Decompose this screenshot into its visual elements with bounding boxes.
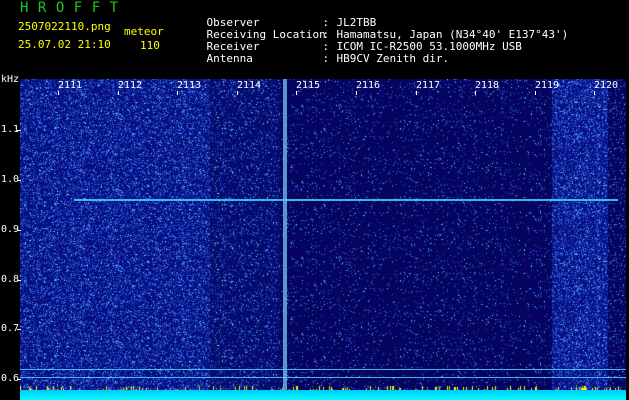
y-tick — [17, 130, 21, 131]
x-tick-label: 2118 — [475, 80, 500, 91]
x-tick — [237, 91, 238, 95]
noise-floor — [20, 390, 626, 400]
noise-texture — [20, 79, 626, 400]
x-tick-label: 2115 — [296, 80, 321, 91]
x-tick — [296, 91, 297, 95]
x-tick-label: 2117 — [416, 80, 441, 91]
x-tick — [58, 91, 59, 95]
timestamp: 25.07.02 21:10 — [18, 38, 111, 51]
interference-line — [283, 79, 287, 400]
header-panel: HROFFT 2507022110.png 25.07.02 21:10 met… — [0, 0, 629, 78]
x-tick — [594, 91, 595, 95]
y-tick — [17, 280, 21, 281]
x-tick — [177, 91, 178, 95]
carrier-line — [20, 377, 626, 378]
meteor-echo-line — [74, 199, 618, 201]
spectrogram-canvas[interactable] — [20, 79, 626, 400]
meta-antenna: Antenna: HB9CV Zenith dir. — [180, 41, 450, 77]
app-title: HROFFT — [20, 0, 128, 16]
freq-unit-label: kHz — [1, 74, 20, 85]
type-label: meteor — [124, 25, 164, 38]
meta-sep: : — [322, 52, 330, 65]
carrier-line — [20, 369, 626, 370]
x-tick — [416, 91, 417, 95]
y-tick — [17, 329, 21, 330]
x-tick-label: 2111 — [58, 80, 83, 91]
x-tick-label: 2113 — [177, 80, 202, 91]
x-tick — [118, 91, 119, 95]
y-tick — [17, 230, 21, 231]
file-name: 2507022110.png — [18, 20, 111, 33]
x-tick-label: 2114 — [237, 80, 262, 91]
count-label: 110 — [140, 39, 160, 52]
x-tick-label: 2112 — [118, 80, 143, 91]
x-tick — [475, 91, 476, 95]
meta-key: Antenna — [206, 52, 253, 65]
x-tick-label: 2119 — [535, 80, 560, 91]
x-tick — [535, 91, 536, 95]
y-tick — [17, 180, 21, 181]
x-tick-label: 2120 — [594, 80, 619, 91]
x-tick — [356, 91, 357, 95]
meta-value: HB9CV Zenith dir. — [336, 52, 450, 65]
x-tick-label: 2116 — [356, 80, 381, 91]
y-tick — [17, 379, 21, 380]
